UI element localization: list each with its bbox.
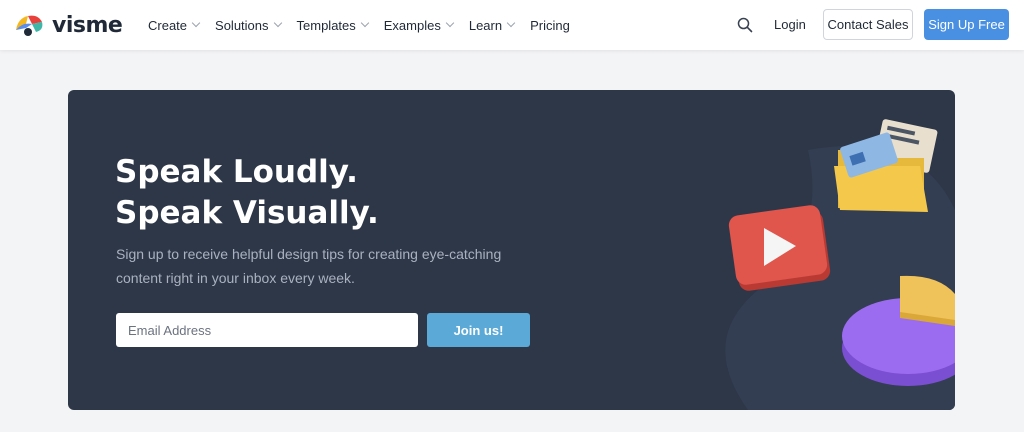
nav-item-label: Examples [383, 17, 441, 33]
play-video-icon [728, 205, 831, 291]
nav-item-pricing[interactable]: Pricing [530, 18, 570, 33]
nav-item-label: Templates [296, 17, 356, 33]
visme-logo[interactable]: visme [12, 12, 123, 38]
chevron-down-icon [506, 18, 516, 28]
nav-item-label: Create [148, 17, 188, 33]
nav-item-label: Solutions [215, 17, 269, 33]
sign-up-button[interactable]: Sign Up Free [924, 9, 1009, 40]
nav-item-learn[interactable]: Learn [468, 17, 516, 33]
nav-item-create[interactable]: Create [148, 17, 201, 33]
headline-line-2: Speak Visually. [115, 195, 379, 231]
nav-item-label: Learn [468, 17, 503, 33]
chevron-down-icon [273, 18, 282, 28]
contact-sales-button[interactable]: Contact Sales [823, 9, 913, 40]
chevron-down-icon [191, 18, 201, 28]
hero-illustration [725, 119, 955, 410]
nav-item-examples[interactable]: Examples [383, 17, 455, 33]
login-link[interactable]: Login [774, 17, 806, 32]
logo-wordmark: visme [52, 12, 123, 38]
newsletter-banner: Speak Loudly. Speak Visually. Sign up to… [68, 90, 955, 410]
visme-logo-icon [16, 15, 43, 36]
join-button[interactable]: Join us! [427, 313, 530, 347]
headline-line-1: Speak Loudly. [115, 154, 358, 190]
hero-subtext: Sign up to receive helpful design tips f… [116, 246, 502, 286]
search-icon[interactable] [737, 17, 753, 33]
chevron-down-icon [445, 18, 455, 28]
hero-headline: Speak Loudly. Speak Visually. [115, 152, 379, 234]
nav-item-solutions[interactable]: Solutions [215, 17, 282, 33]
nav-item-templates[interactable]: Templates [296, 17, 370, 33]
nav-item-label: Pricing [530, 17, 570, 33]
top-nav: visme Create Solutions Templates Example… [0, 0, 1024, 50]
chevron-down-icon [360, 18, 370, 28]
email-input[interactable] [116, 313, 418, 347]
main-menu: Create Solutions Templates Examples Lear… [148, 0, 586, 50]
